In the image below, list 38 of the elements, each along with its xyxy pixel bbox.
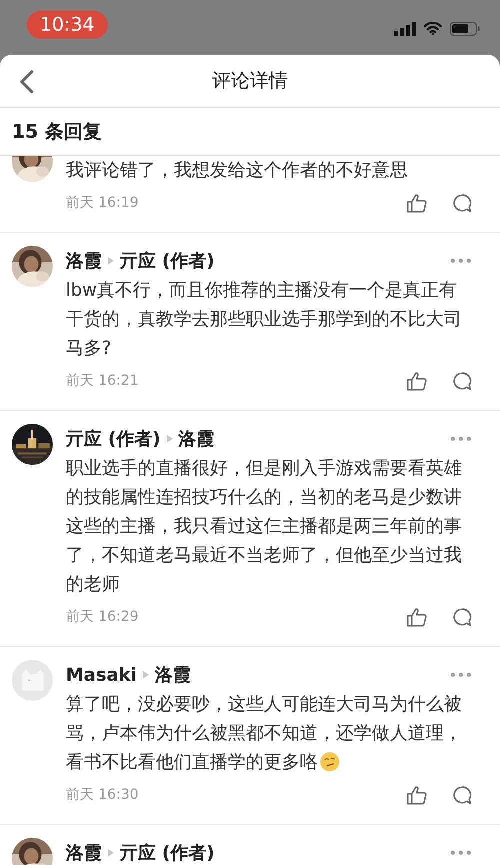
more-icon[interactable] xyxy=(450,850,472,856)
page-title: 评论详情 xyxy=(212,69,288,94)
comment-time: 前天 16:19 xyxy=(66,194,139,212)
comment-text: 算了吧，没必要吵，这些人可能连大司马为什么被骂，卢本伟为什么被黑都不知道，还学做人道理，看书不比看他们直播学的更多咯 xyxy=(66,693,463,775)
signal-icon xyxy=(394,22,416,36)
reply-icon[interactable] xyxy=(452,194,472,212)
comment-time: 前天 16:30 xyxy=(66,786,139,804)
triangle-icon xyxy=(143,671,150,679)
reply-target-name[interactable]: 洛霞 xyxy=(178,427,215,451)
triangle-icon xyxy=(108,257,114,265)
status-time: 10:34 xyxy=(27,11,108,39)
reply-icon[interactable] xyxy=(452,786,472,804)
comment-time: 前天 16:29 xyxy=(66,608,139,626)
reply-count: 15 条回复 xyxy=(12,120,102,144)
comment-text: 职业选手的直播很好，但是刚入手游戏需要看英雄的技能属性连招技巧什么的，当初的老马是少数讲这些的主播，我只看过这仨主播都是两三年前的事了，不知道老马最近不当老师了，但他至少当过我的老师 xyxy=(66,457,463,597)
reply-target-name[interactable]: 亓应 (作者) xyxy=(120,249,215,273)
wifi-icon xyxy=(424,22,442,35)
comment-time: 前天 16:21 xyxy=(66,372,139,390)
author-name[interactable]: 洛霞 xyxy=(66,249,102,273)
like-icon[interactable] xyxy=(407,194,427,212)
author-name[interactable]: 洛霞 xyxy=(66,841,102,865)
more-icon[interactable] xyxy=(450,436,472,442)
more-icon[interactable] xyxy=(450,258,472,264)
comment-text: 我评论错了，我想发给这个作者的不好意思 xyxy=(66,159,409,183)
more-icon[interactable] xyxy=(450,672,472,678)
comment-text: lbw真不行，而且你推荐的主播没有一个是真正有干货的，真教学去那些职业选手那学到的不比大司马多? xyxy=(66,279,463,361)
author-name[interactable]: Masaki xyxy=(66,664,138,686)
author-name[interactable]: 亓应 (作者) xyxy=(66,427,161,451)
battery-icon xyxy=(450,22,480,36)
like-icon[interactable] xyxy=(407,786,427,804)
triangle-icon xyxy=(166,435,173,443)
like-icon[interactable] xyxy=(407,372,427,390)
reply-icon[interactable] xyxy=(452,372,472,390)
like-icon[interactable] xyxy=(407,608,427,626)
reply-target-name[interactable]: 洛霞 xyxy=(155,663,192,687)
reply-target-name[interactable]: 亓应 (作者) xyxy=(120,841,215,865)
reply-icon[interactable] xyxy=(452,608,472,626)
triangle-icon xyxy=(108,849,114,857)
